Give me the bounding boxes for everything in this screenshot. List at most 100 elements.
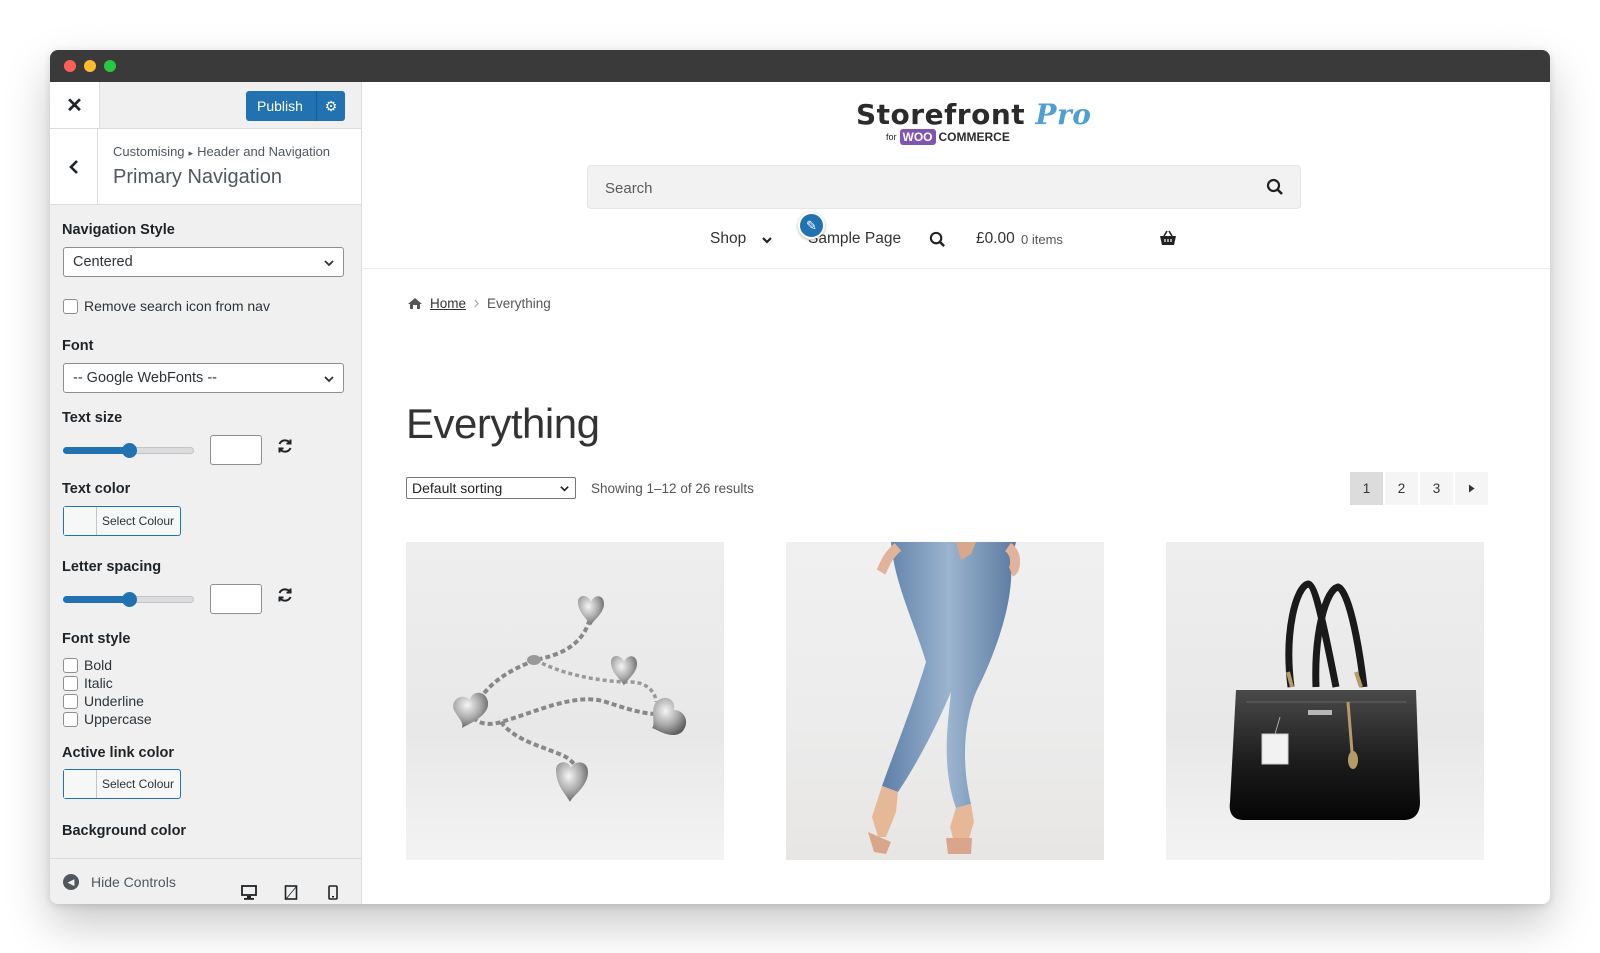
nav-item-shop[interactable]: Shop: [710, 230, 746, 248]
search-placeholder: Search: [605, 180, 653, 197]
edit-shortcut-pencil-icon[interactable]: ✎: [798, 212, 825, 239]
cart-count[interactable]: 0 items: [1021, 232, 1063, 247]
gear-icon: ⚙: [324, 97, 338, 114]
site-logo[interactable]: Storefront Pro for WOO COMMERCE: [856, 98, 1091, 145]
font-style-italic-row[interactable]: Italic: [63, 675, 113, 691]
desktop-preview-icon[interactable]: [241, 885, 257, 904]
remove-search-checkbox-row[interactable]: Remove search icon from nav: [63, 298, 270, 314]
mobile-preview-icon[interactable]: [328, 885, 338, 904]
chevron-down-icon: [560, 486, 569, 492]
letter-spacing-slider[interactable]: [63, 592, 194, 607]
pagination: 1 2 3: [1350, 472, 1488, 505]
nav-style-value: Centered: [73, 254, 133, 270]
font-style-underline-row[interactable]: Underline: [63, 693, 144, 709]
color-swatch: [64, 770, 97, 798]
active-link-color-picker-button[interactable]: Select Colour: [63, 769, 181, 799]
text-color-picker-button[interactable]: Select Colour: [63, 506, 181, 536]
letter-spacing-input[interactable]: [210, 584, 262, 614]
bold-checkbox[interactable]: [63, 657, 78, 673]
publish-button[interactable]: Publish: [246, 98, 316, 114]
hide-controls-button[interactable]: ◀ Hide Controls: [63, 874, 176, 890]
primary-navigation: Shop Sample Page £0.00 0 items: [363, 230, 1550, 260]
color-swatch: [64, 507, 97, 535]
window-minimize-dot[interactable]: [84, 60, 96, 72]
shop-breadcrumb: Home Everything: [407, 296, 551, 311]
font-style-bold-row[interactable]: Bold: [63, 657, 112, 673]
breadcrumb-home-link[interactable]: Home: [430, 296, 466, 311]
breadcrumb-separator: ▸: [188, 148, 194, 158]
chevron-down-icon: [324, 260, 334, 267]
logo-pro-text: Pro: [1035, 98, 1092, 131]
window-close-dot[interactable]: [64, 60, 76, 72]
background-color-label: Background color: [62, 823, 187, 839]
page-link-3[interactable]: 3: [1420, 472, 1453, 505]
slider-fill: [63, 596, 128, 603]
publish-settings-button[interactable]: ⚙: [316, 91, 345, 121]
section-header: Customising ▸ Header and Navigation Primar…: [50, 129, 361, 205]
remove-search-checkbox[interactable]: [63, 298, 78, 314]
font-style-option: Italic: [84, 675, 113, 691]
caret-right-icon: [1468, 484, 1474, 493]
customizer-header: ✕ Publish ⚙: [50, 82, 361, 129]
chevron-down-icon[interactable]: [761, 234, 773, 246]
product-image-jeans[interactable]: [786, 542, 1104, 860]
font-style-option: Bold: [84, 657, 113, 673]
sorting-select[interactable]: Default sorting: [406, 477, 576, 499]
nav-shop-label: Shop: [710, 230, 747, 247]
reset-icon[interactable]: [276, 586, 294, 610]
nav-style-select[interactable]: Centered: [63, 247, 344, 277]
slider-fill: [63, 447, 128, 454]
customizer-breadcrumb: Customising ▸ Header and Navigation: [113, 144, 330, 159]
uppercase-checkbox[interactable]: [63, 711, 78, 727]
page-link-2[interactable]: 2: [1385, 472, 1418, 505]
window-maximize-dot[interactable]: [104, 60, 116, 72]
slider-handle[interactable]: [121, 443, 137, 458]
close-customizer-button[interactable]: ✕: [50, 82, 100, 128]
select-colour-label: Select Colour: [102, 514, 175, 528]
section-title: Primary Navigation: [113, 166, 282, 188]
chevron-down-icon: [324, 376, 334, 383]
font-label: Font: [62, 338, 94, 354]
text-size-label: Text size: [62, 410, 123, 426]
slider-handle[interactable]: [121, 592, 137, 607]
text-size-input[interactable]: [210, 435, 262, 465]
product-image-bracelet[interactable]: [406, 542, 724, 860]
back-button[interactable]: [50, 129, 98, 204]
reset-icon[interactable]: [276, 437, 294, 461]
chevron-right-icon: [474, 299, 479, 308]
hide-controls-label: Hide Controls: [91, 874, 176, 890]
result-count: Showing 1–12 of 26 results: [591, 481, 754, 496]
font-value: -- Google WebFonts --: [73, 370, 217, 386]
handbag-image: [1229, 580, 1420, 820]
window-titlebar: [50, 50, 1550, 82]
font-select[interactable]: -- Google WebFonts --: [63, 363, 344, 393]
underline-checkbox[interactable]: [63, 693, 78, 709]
select-colour-label: Select Colour: [102, 777, 175, 791]
publish-button-group: Publish ⚙: [246, 91, 345, 121]
tablet-preview-icon[interactable]: [284, 885, 298, 904]
text-color-label: Text color: [62, 481, 131, 497]
text-size-slider[interactable]: [63, 443, 194, 458]
breadcrumb-parent: Header and Navigation: [197, 144, 331, 159]
page-link-1[interactable]: 1: [1350, 472, 1383, 505]
logo-woo-text: WOO: [899, 129, 936, 145]
browser-window: ✕ Publish ⚙ Customising ▸ Header and Navig…: [50, 50, 1550, 904]
remove-search-label: Remove search icon from nav: [84, 298, 270, 314]
site-preview: Storefront Pro for WOO COMMERCE Search S…: [363, 82, 1550, 904]
font-style-option: Uppercase: [84, 711, 152, 727]
logo-commerce-text: COMMERCE: [938, 130, 1010, 144]
sorting-value: Default sorting: [412, 480, 503, 496]
next-page-button[interactable]: [1455, 472, 1488, 505]
italic-checkbox[interactable]: [63, 675, 78, 691]
basket-icon[interactable]: [1159, 230, 1177, 246]
header-divider: [363, 268, 1550, 269]
site-search-input[interactable]: Search: [587, 165, 1301, 209]
close-icon: ✕: [66, 94, 83, 117]
logo-main-text: Storefront: [856, 98, 1026, 131]
product-image-handbag[interactable]: [1166, 542, 1484, 860]
font-style-option: Underline: [84, 693, 144, 709]
cart-amount[interactable]: £0.00: [976, 230, 1015, 248]
font-style-uppercase-row[interactable]: Uppercase: [63, 711, 152, 727]
search-icon[interactable]: [929, 231, 946, 248]
search-icon[interactable]: [1266, 178, 1284, 196]
